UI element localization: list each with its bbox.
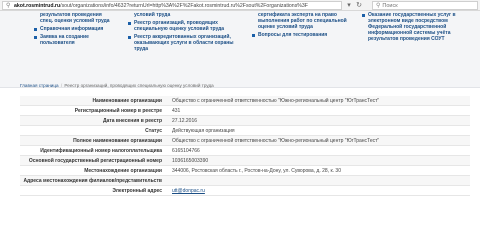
row-value: Общество с ограниченной ответственностью…: [172, 98, 380, 104]
row-label: Дата внесения в реестр: [102, 118, 162, 124]
menu-item[interactable]: Реестр организаций, проводящих специальн…: [128, 20, 238, 32]
row-value: 431: [172, 108, 181, 114]
bullet-icon: [128, 21, 131, 25]
menu-column-4: Оказание государственных услуг в электро…: [362, 12, 474, 44]
row-value: 6165104766: [172, 148, 200, 154]
row-label: Электронный адрес: [112, 188, 162, 194]
row-value: [167, 176, 470, 185]
row-label: Статус: [145, 128, 162, 134]
table-row: Местонахождение организации 344006, Росто…: [20, 166, 470, 176]
bullet-icon: [252, 33, 255, 37]
menu-item[interactable]: Справочная информация: [34, 26, 114, 32]
breadcrumb-home[interactable]: Главная страница: [20, 83, 59, 88]
menu-item[interactable]: Реестр аккредитованных организаций, оказ…: [128, 34, 238, 52]
menu-column-1: результатов проведения спец. оценки усло…: [34, 12, 114, 48]
bullet-icon: [362, 13, 365, 17]
row-label: Местонахождение организации: [84, 168, 162, 174]
row-label: Адреса местонахождения филиалов/представ…: [23, 178, 162, 184]
url-text: akot.rosmintrud.ru/sout/organizations/in…: [14, 2, 308, 9]
menu-item[interactable]: Заявка на создание пользователя: [34, 34, 114, 46]
row-value: Действующая организация: [172, 128, 235, 134]
menu-item[interactable]: Оказание государственных услуг в электро…: [362, 12, 474, 42]
table-row: Идентификационный номер налогоплательщик…: [20, 146, 470, 156]
dropdown-icon[interactable]: ▾: [344, 1, 354, 10]
search-input[interactable]: [382, 2, 473, 9]
search-box[interactable]: ⚲: [372, 1, 478, 10]
email-link[interactable]: utt@donpac.ru: [167, 186, 470, 195]
row-value: 344006, Ростовская область г., Ростов-на…: [172, 168, 341, 174]
reload-icon[interactable]: ↻: [354, 1, 364, 10]
table-row: Наименование организации Общество с огран…: [20, 96, 470, 106]
search-icon: ⚲: [376, 2, 381, 9]
table-row: Полное наименование организации Общество …: [20, 136, 470, 146]
table-row: Регистрационный номер в реестре 431: [20, 106, 470, 116]
row-label: Наименование организации: [92, 98, 162, 104]
row-label: Регистрационный номер в реестре: [74, 108, 162, 114]
row-value: 27.12.2016: [172, 118, 198, 124]
menu-item[interactable]: сертификата эксперта на право выполнения…: [252, 12, 352, 30]
bullet-icon: [34, 35, 37, 39]
organization-details-table: Наименование организации Общество с огран…: [20, 96, 470, 196]
menu-column-2: условий труда Реестр организаций, провод…: [128, 12, 238, 54]
top-menu: результатов проведения спец. оценки усло…: [0, 11, 480, 88]
menu-item[interactable]: результатов проведения спец. оценки усло…: [34, 12, 114, 24]
breadcrumb-separator: /: [60, 83, 63, 88]
browser-toolbar: ⚲ akot.rosmintrud.ru/sout/organizations/…: [0, 0, 480, 11]
row-value: 1036165003390: [172, 158, 209, 164]
row-label: Идентификационный номер налогоплательщик…: [40, 148, 162, 154]
menu-column-3: сертификата эксперта на право выполнения…: [252, 12, 352, 40]
menu-item[interactable]: условий труда: [128, 12, 238, 18]
table-row: Основной государственный регистрационный…: [20, 156, 470, 166]
breadcrumb: Главная страница / Реестр организаций, п…: [20, 83, 214, 88]
table-row: Адреса местонахождения филиалов/представ…: [20, 176, 470, 186]
row-label: Полное наименование организации: [73, 138, 162, 144]
address-bar[interactable]: ⚲ akot.rosmintrud.ru/sout/organizations/…: [2, 1, 342, 10]
lock-icon: ⚲: [6, 2, 11, 9]
row-label: Основной государственный регистрационный…: [28, 158, 162, 164]
table-row: Электронный адрес utt@donpac.ru: [20, 186, 470, 196]
breadcrumb-current: Реестр организаций, проводящих специальн…: [64, 83, 214, 88]
menu-item[interactable]: Вопросы для тестирования: [252, 32, 352, 38]
bullet-icon: [34, 27, 37, 31]
table-row: Статус Действующая организация: [20, 126, 470, 136]
bullet-icon: [128, 35, 131, 39]
row-value: Общество с ограниченной ответственностью…: [172, 138, 380, 144]
table-row: Дата внесения в реестр 27.12.2016: [20, 116, 470, 126]
